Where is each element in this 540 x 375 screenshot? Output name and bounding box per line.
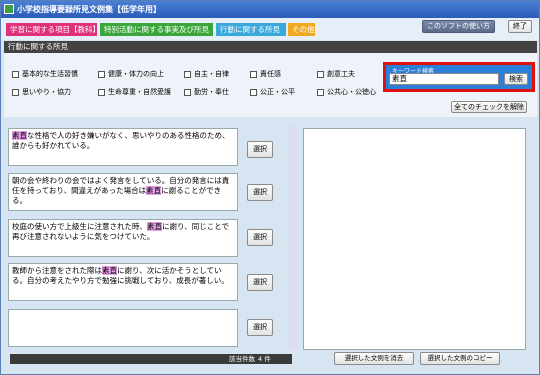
select-button[interactable]: 選択 [247,274,273,291]
tab-other[interactable]: その他 [288,23,315,36]
checkbox-responsibility[interactable]: 責任感 [250,69,281,79]
list-item[interactable]: 朝の会や終わりの会ではよく発言をしている。自分の発言には責任を持っており、間違え… [8,173,238,211]
checkbox-public-spirit[interactable]: 公共心・公徳心 [317,87,376,97]
select-button[interactable]: 選択 [247,141,273,158]
checkbox-kindness[interactable]: 思いやり・協力 [12,87,71,97]
keyword-highlight: 素直 [147,222,162,231]
app-icon [4,4,14,14]
window-title: 小学校指導要録所見文例集【低学年用】 [17,5,161,14]
checkbox-fairness[interactable]: 公正・公平 [250,87,295,97]
checkbox-life-nature[interactable]: 生命尊重・自然愛護 [98,87,171,97]
clear-selected-button[interactable]: 選択した文例を消去 [334,352,414,365]
select-button[interactable]: 選択 [247,229,273,246]
search-button[interactable]: 検索 [504,73,528,85]
tab-special-activities[interactable]: 特別活動に関する事実及び所見 [100,23,213,36]
select-button[interactable]: 選択 [247,319,273,336]
count-value: 4 件 [258,355,271,363]
keyword-input[interactable]: 素直 [389,73,499,85]
checkbox-autonomy[interactable]: 自主・自律 [184,69,229,79]
status-bar: 該当件数 4 件 [10,354,292,364]
checkbox-health[interactable]: 健康・体力の向上 [98,69,164,79]
checkbox-service[interactable]: 勤労・奉仕 [184,87,229,97]
list-scrollbar[interactable] [289,126,297,350]
tab-behavior[interactable]: 行動に関する所見 [216,23,286,36]
selected-text-box[interactable] [303,128,526,350]
list-item[interactable]: 校庭の使い方で上級生に注意された時、素直に謝り、同じことで再び注意されないように… [8,219,238,257]
section-title: 行動に関する所見 [4,41,537,53]
list-item[interactable]: 教師から注意をされた際は素直に謝り、次に活かそうとしている。自分の考えたやり方で… [8,263,238,301]
keyword-highlight: 素直 [12,131,27,140]
checkbox-basic-habits[interactable]: 基本的な生活習慣 [12,69,78,79]
title-bar: 小学校指導要録所見文例集【低学年用】 [1,1,539,18]
count-label: 該当件数 [229,355,255,363]
list-item[interactable]: 素直な性格で人の好き嫌いがなく、思いやりのある性格のため、誰からも好かれている。 [8,128,238,166]
app-window: 小学校指導要録所見文例集【低学年用】 学習に関する項目【教科】 特別活動に関する… [0,0,540,375]
copy-selected-button[interactable]: 選択した文例のコピー [420,352,500,365]
keyword-highlight: 素直 [146,186,162,195]
howto-button[interactable]: このソフトの使い方 [422,20,495,33]
list-item[interactable] [8,309,238,347]
keyword-highlight: 素直 [102,266,117,275]
clear-checks-button[interactable]: 全てのチェックを解除 [451,101,527,113]
checkbox-creativity[interactable]: 創意工夫 [317,69,355,79]
select-button[interactable]: 選択 [247,184,273,201]
close-button[interactable]: 終了 [508,20,532,33]
tab-subjects[interactable]: 学習に関する項目【教科】 [6,23,97,36]
